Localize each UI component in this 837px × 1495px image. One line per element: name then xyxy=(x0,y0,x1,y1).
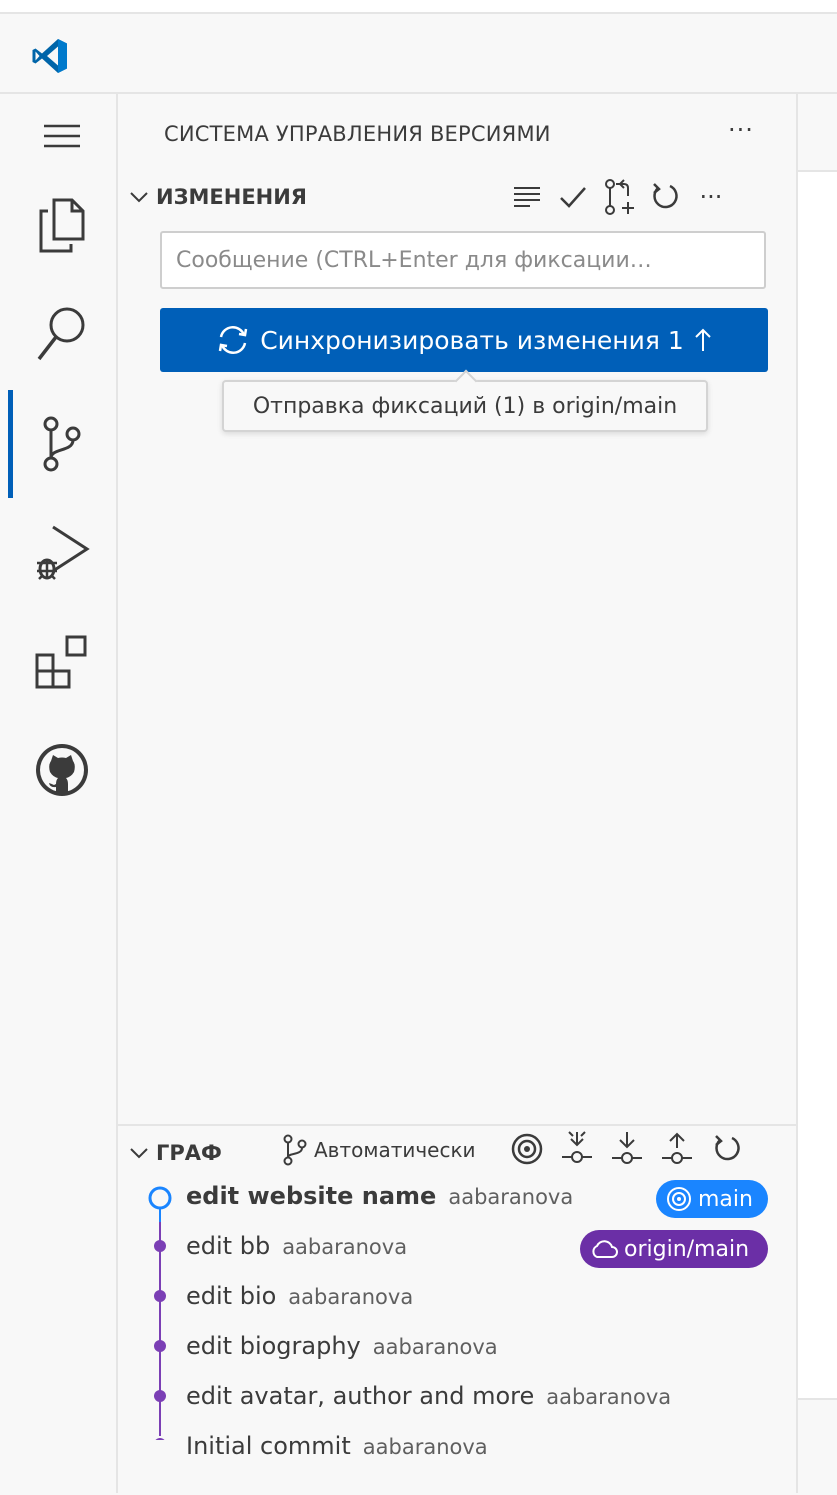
title-bar xyxy=(0,14,837,94)
commit-node xyxy=(154,1240,166,1252)
extensions-icon[interactable] xyxy=(30,630,94,694)
editor-area xyxy=(798,94,837,1495)
sidebar-title: СИСТЕМА УПРАВЛЕНИЯ ВЕРСИЯМИ xyxy=(164,122,551,146)
commit-author: aabaranova xyxy=(546,1385,672,1409)
window-top-border xyxy=(0,0,837,14)
commit-row[interactable]: edit bb aabaranova xyxy=(186,1232,407,1276)
commit-author: aabaranova xyxy=(288,1285,414,1309)
sidebar-more-button[interactable]: ··· xyxy=(728,116,754,144)
github-icon[interactable] xyxy=(30,738,94,802)
graph-toolbar xyxy=(510,1131,744,1166)
cloud-icon xyxy=(592,1240,618,1258)
graph-section-header[interactable]: ГРАФ xyxy=(128,1136,222,1170)
source-control-icon[interactable] xyxy=(30,412,94,476)
tooltip-arrow xyxy=(454,369,478,393)
commit-message: edit bb xyxy=(186,1232,271,1260)
commit-author: aabaranova xyxy=(282,1235,408,1259)
branch-badge-origin: origin/main xyxy=(580,1230,768,1268)
refresh-icon[interactable] xyxy=(648,180,682,214)
commit-message: edit biography xyxy=(186,1332,361,1360)
arrow-up-icon xyxy=(695,328,711,351)
commit-message: Initial commit xyxy=(186,1432,351,1460)
go-to-current-icon[interactable] xyxy=(510,1132,544,1166)
section-divider xyxy=(118,1124,796,1126)
commit-message: edit bio xyxy=(186,1282,277,1310)
pull-request-icon[interactable] xyxy=(602,179,636,215)
commit-graph-lines xyxy=(148,1186,172,1440)
branch-badge-label: main xyxy=(698,1186,753,1212)
active-indicator xyxy=(8,390,13,498)
commit-row[interactable]: edit avatar, author and more aabaranova xyxy=(186,1382,671,1426)
branch-picker-label: Автоматически xyxy=(314,1138,476,1162)
branch-badge-label: origin/main xyxy=(624,1236,750,1262)
commit-message: edit website name xyxy=(186,1182,437,1210)
graph-section-label: ГРАФ xyxy=(156,1141,222,1165)
branch-badge-main: main xyxy=(656,1180,768,1218)
tooltip-text: Отправка фиксаций (1) в origin/main xyxy=(252,393,678,419)
commit-author: aabaranova xyxy=(372,1335,498,1359)
editor-tab-bar xyxy=(798,94,837,172)
debug-icon[interactable] xyxy=(30,522,94,586)
chevron-down-icon xyxy=(130,192,148,203)
target-icon xyxy=(667,1187,691,1211)
commit-check-icon[interactable] xyxy=(556,180,590,214)
commit-row[interactable]: edit website name aabaranova xyxy=(186,1182,573,1226)
pull-icon[interactable] xyxy=(610,1132,644,1166)
chevron-down-icon xyxy=(130,1148,148,1159)
sync-tooltip: Отправка фиксаций (1) в origin/main xyxy=(222,369,708,432)
vscode-logo-icon[interactable] xyxy=(30,36,70,76)
changes-toolbar: ··· xyxy=(510,179,728,215)
commit-message: edit avatar, author and more xyxy=(186,1382,535,1410)
changes-section-header[interactable]: ИЗМЕНЕНИЯ xyxy=(128,182,307,212)
commit-row[interactable]: Initial commit aabaranova xyxy=(186,1432,488,1476)
sync-button-label: Синхронизировать изменения 1 xyxy=(260,325,684,355)
sync-icon xyxy=(218,326,248,354)
branch-icon xyxy=(283,1134,307,1166)
commit-message-input[interactable] xyxy=(160,231,766,289)
menu-icon[interactable] xyxy=(30,104,94,168)
commit-node xyxy=(154,1340,166,1352)
editor-bottom-panel xyxy=(798,1398,837,1495)
view-as-list-icon[interactable] xyxy=(510,180,544,214)
search-icon[interactable] xyxy=(30,302,94,366)
commit-row[interactable]: edit bio aabaranova xyxy=(186,1282,413,1326)
source-control-sidebar: СИСТЕМА УПРАВЛЕНИЯ ВЕРСИЯМИ ··· ИЗМЕНЕНИ… xyxy=(118,94,798,1493)
activity-bar xyxy=(0,94,118,1493)
graph-refresh-icon[interactable] xyxy=(710,1132,744,1166)
changes-section-label: ИЗМЕНЕНИЯ xyxy=(156,185,307,209)
branch-picker[interactable]: Автоматически xyxy=(282,1134,476,1166)
fetch-icon[interactable] xyxy=(560,1131,594,1166)
commit-node xyxy=(154,1290,166,1302)
commit-node xyxy=(155,1438,165,1440)
push-icon[interactable] xyxy=(660,1132,694,1166)
commit-author: aabaranova xyxy=(448,1185,574,1209)
sync-changes-button[interactable]: Синхронизировать изменения 1 xyxy=(160,308,768,372)
changes-more-button[interactable]: ··· xyxy=(694,180,728,214)
head-commit-node xyxy=(148,1186,172,1210)
files-icon[interactable] xyxy=(30,194,94,258)
commit-node xyxy=(154,1390,166,1402)
commit-author: aabaranova xyxy=(362,1435,488,1459)
commit-row[interactable]: edit biography aabaranova xyxy=(186,1332,498,1376)
